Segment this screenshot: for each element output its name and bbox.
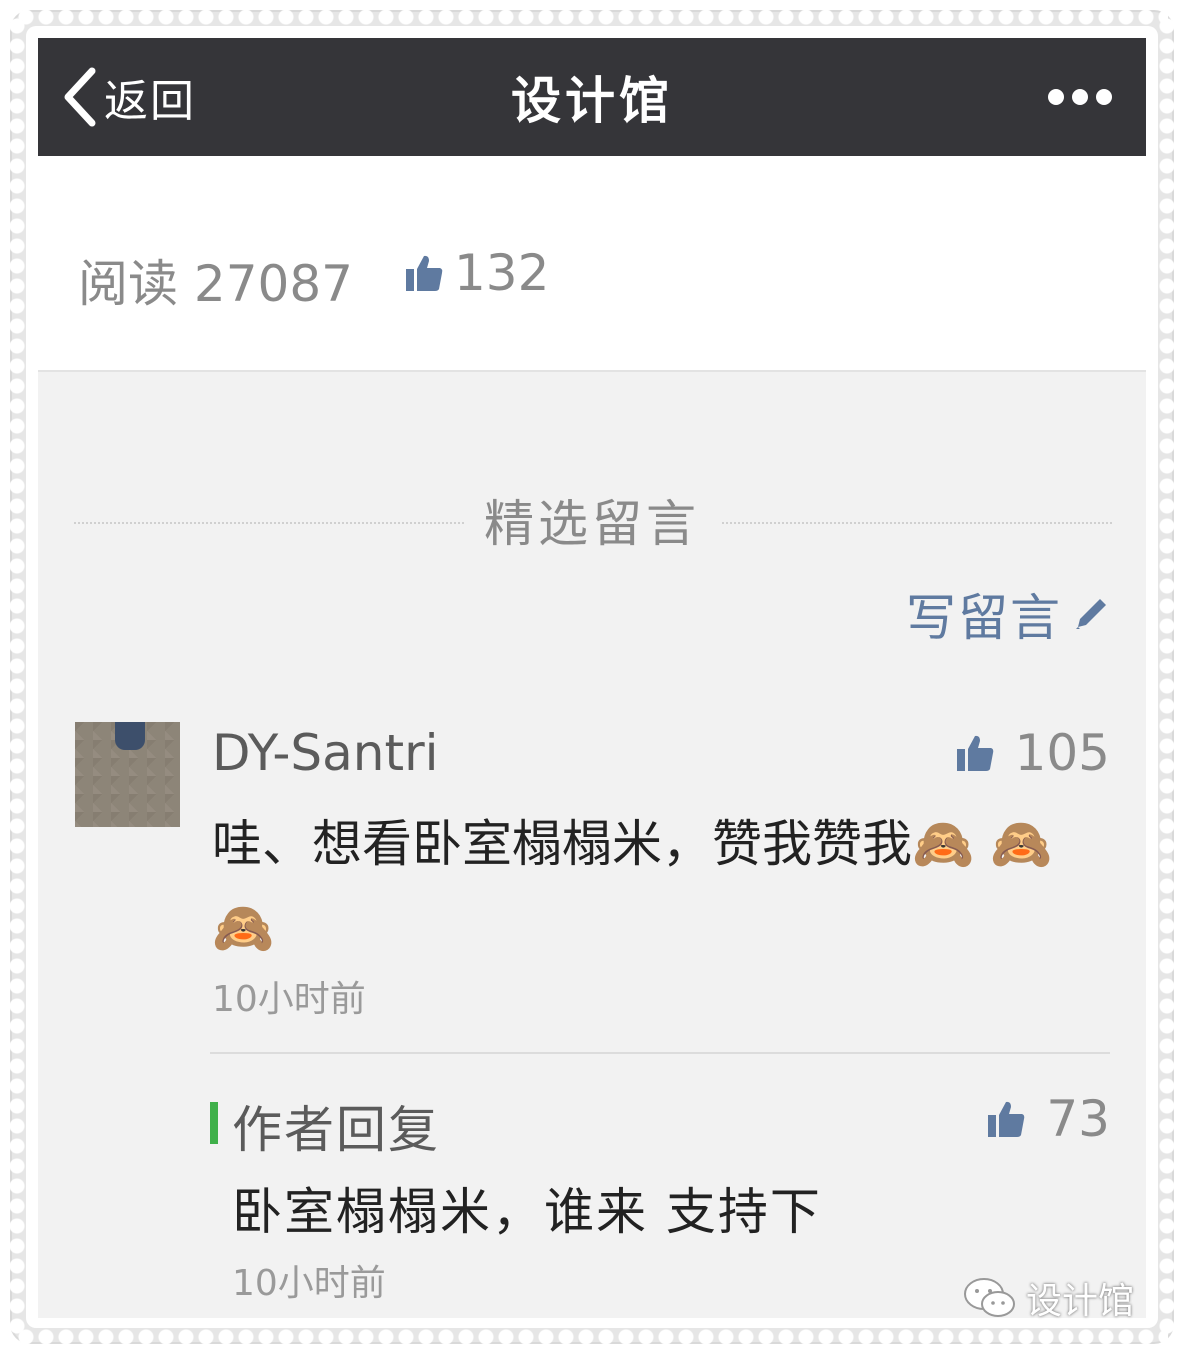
reply-label: 作者回复	[232, 1101, 440, 1159]
comments-section: 精选留言 写留言 DY-Santri 105 哇、想看卧室榻榻米，赞我赞我🙈 🙈…	[38, 370, 1146, 1318]
read-count: 阅读 27087	[78, 255, 353, 313]
avatar-photo-detail	[115, 722, 145, 750]
more-icon	[1072, 89, 1088, 105]
nav-bar: 返回 设计馆	[38, 38, 1146, 156]
write-comment-label: 写留言	[906, 589, 1062, 647]
more-button[interactable]	[1048, 82, 1112, 112]
comment-time: 10小时前	[212, 979, 366, 1020]
avatar[interactable]	[75, 722, 180, 827]
comment-text: 哇、想看卧室榻榻米，赞我赞我🙈 🙈 🙈	[212, 815, 1053, 957]
article-stats: 阅读 27087 132	[38, 156, 1146, 370]
reply-like-button[interactable]: 73	[986, 1090, 1110, 1148]
thumbs-up-icon	[988, 1101, 1025, 1137]
watermark-text: 设计馆	[1026, 1281, 1135, 1322]
watermark: 设计馆	[962, 1272, 1134, 1324]
thumbs-up-icon	[406, 255, 443, 291]
reply-time: 10小时前	[232, 1263, 386, 1304]
wechat-icon	[964, 1278, 1015, 1317]
section-title: 精选留言	[484, 495, 700, 553]
pencil-icon	[1076, 599, 1106, 629]
comment-like-button[interactable]: 105	[955, 724, 1110, 782]
page-title: 设计馆	[511, 72, 673, 130]
comment-like-count: 105	[1014, 724, 1110, 782]
reply-like-count: 73	[1046, 1090, 1110, 1148]
article-like-button[interactable]: 132	[404, 244, 549, 302]
reply-text: 卧室榻榻米，谁来 支持下	[232, 1183, 822, 1241]
write-comment-button[interactable]: 写留言	[906, 578, 1110, 650]
thumbs-up-icon	[956, 735, 993, 771]
reply-accent-bar	[210, 1102, 218, 1144]
article-like-count: 132	[454, 244, 550, 302]
more-icon	[1096, 89, 1112, 105]
more-icon	[1048, 89, 1064, 105]
comment-divider	[210, 1052, 1110, 1054]
comment-author: DY-Santri	[212, 724, 439, 782]
